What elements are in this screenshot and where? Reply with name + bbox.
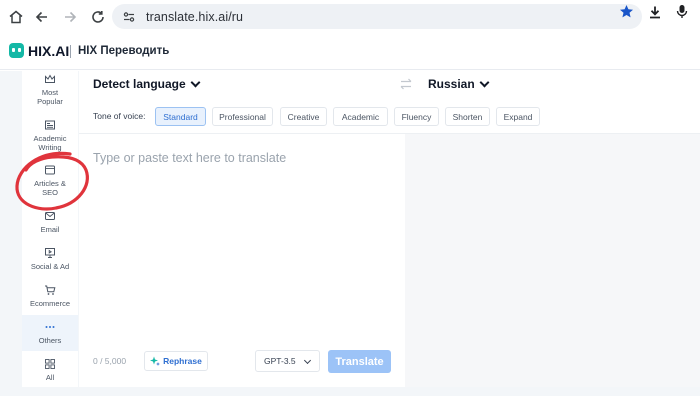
app-header: HIX.AI HIX Переводить <box>0 34 700 70</box>
target-language-dropdown[interactable]: Russian <box>428 77 490 91</box>
chevron-down-icon <box>303 356 312 365</box>
tone-academic-button[interactable]: Academic <box>333 107 388 126</box>
newspaper-icon <box>45 120 55 130</box>
browser-window-icon <box>45 165 55 175</box>
sparkle-icon <box>150 356 161 366</box>
model-label: GPT-3.5 <box>264 356 296 366</box>
browser-actions <box>619 4 688 19</box>
sidebar-item-label: Articles & SEO <box>34 179 66 197</box>
source-language-label: Detect language <box>93 77 186 91</box>
more-dots-icon <box>45 326 55 328</box>
sidebar-item-label: All <box>45 373 55 382</box>
address-bar[interactable]: translate.hix.ai/ru <box>112 4 642 29</box>
tone-of-voice-row: Tone of voice: Standard Professional Cre… <box>79 104 700 130</box>
sidebar-item-others[interactable]: Others <box>22 315 78 351</box>
source-text-area[interactable]: Type or paste text here to translate <box>79 133 405 387</box>
site-settings-icon[interactable] <box>122 10 136 24</box>
hix-logo-icon[interactable] <box>9 43 24 58</box>
rephrase-button[interactable]: Rephrase <box>144 351 208 371</box>
home-icon[interactable] <box>3 4 29 30</box>
back-arrow-icon[interactable] <box>29 4 55 30</box>
tone-shorten-button[interactable]: Shorten <box>445 107 490 126</box>
source-placeholder: Type or paste text here to translate <box>93 151 287 165</box>
chevron-down-icon <box>479 77 490 88</box>
language-selector-row: Detect language Russian <box>79 71 700 99</box>
sidebar-item-label: Email <box>40 225 60 234</box>
app-title: HIX Переводить <box>78 45 170 57</box>
tone-standard-button[interactable]: Standard <box>155 107 206 126</box>
model-select[interactable]: GPT-3.5 <box>255 350 320 372</box>
sidebar-item-most-popular[interactable]: Most Popular <box>22 73 78 111</box>
chevron-down-icon <box>190 77 201 88</box>
crown-icon <box>45 74 55 83</box>
sidebar-item-all[interactable]: All <box>22 358 78 386</box>
category-sidebar: Most Popular Academic Writing Articles &… <box>22 71 78 387</box>
header-divider <box>70 45 71 58</box>
tone-creative-button[interactable]: Creative <box>280 107 327 126</box>
tone-professional-button[interactable]: Professional <box>212 107 273 126</box>
source-language-dropdown[interactable]: Detect language <box>93 77 201 91</box>
grid-icon <box>45 359 55 369</box>
sidebar-item-email[interactable]: Email <box>22 210 78 238</box>
download-icon[interactable] <box>648 5 662 19</box>
swap-languages-icon[interactable] <box>399 77 413 96</box>
browser-toolbar: translate.hix.ai/ru <box>0 0 700 34</box>
character-counter: 0 / 5,000 <box>93 356 127 366</box>
tone-of-voice-label: Tone of voice: <box>93 111 146 121</box>
sidebar-item-label: Ecommerce <box>29 299 70 308</box>
tone-expand-button[interactable]: Expand <box>496 107 540 126</box>
sidebar-item-academic-writing[interactable]: Academic Writing <box>22 119 78 157</box>
sidebar-item-label: Most Popular <box>37 88 63 106</box>
reload-icon[interactable] <box>85 4 111 30</box>
sidebar-item-label: Academic Writing <box>33 134 67 152</box>
translate-button[interactable]: Translate <box>328 350 391 373</box>
target-language-label: Russian <box>428 77 475 91</box>
tone-fluency-button[interactable]: Fluency <box>394 107 439 126</box>
logo-text[interactable]: HIX.AI <box>28 43 69 59</box>
sidebar-item-articles-seo[interactable]: Articles & SEO <box>22 164 78 202</box>
rephrase-label: Rephrase <box>163 356 202 366</box>
mail-icon <box>45 212 55 220</box>
sidebar-item-label: Social & Ad <box>30 262 70 271</box>
translation-output-area <box>405 133 700 387</box>
sidebar-item-label: Others <box>38 336 62 345</box>
translator-panel: Detect language Russian Tone of voice: S… <box>79 71 700 387</box>
presentation-icon <box>45 248 55 258</box>
sidebar-item-ecommerce[interactable]: Ecommerce <box>22 284 78 312</box>
bookmark-star-icon[interactable] <box>619 4 634 19</box>
sidebar-item-social-ad[interactable]: Social & Ad <box>22 247 78 275</box>
cart-icon <box>45 285 56 295</box>
microphone-icon[interactable] <box>676 4 688 19</box>
url-text[interactable]: translate.hix.ai/ru <box>146 10 243 24</box>
forward-arrow-icon[interactable] <box>57 4 83 30</box>
